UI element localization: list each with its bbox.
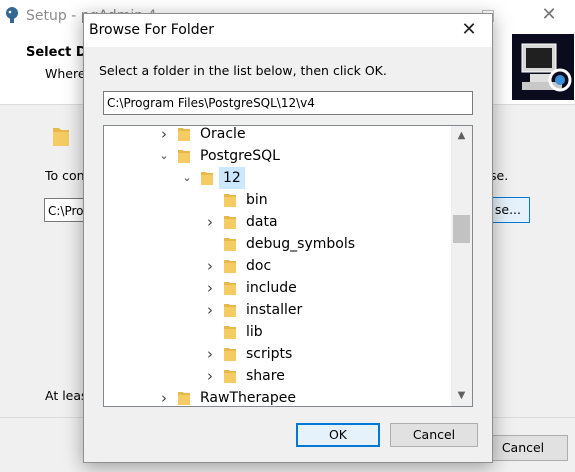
tree-item-label: PostgreSQL [200, 148, 280, 164]
folder-icon [178, 149, 190, 163]
tree-item[interactable]: bin [104, 189, 454, 211]
folder-icon [178, 391, 190, 405]
tree-item-label: scripts [246, 346, 293, 362]
folder-path-field[interactable]: C:\Program Files\PostgreSQL\12\v4 [103, 91, 473, 115]
tree-item-label: bin [246, 192, 268, 208]
folder-icon [178, 127, 190, 141]
tree-item-label: 12 [219, 167, 245, 189]
tree-item-label: doc [246, 258, 272, 274]
tree-item[interactable]: debug_symbols [104, 233, 454, 255]
tree-item[interactable]: lib [104, 321, 454, 343]
destination-description: To con [45, 168, 85, 183]
tree-item[interactable]: › RawTherapee [104, 387, 454, 406]
app-icon [4, 6, 20, 24]
tree-item[interactable]: › doc [104, 255, 454, 277]
folder-icon [224, 259, 236, 273]
dialog-instruction: Select a folder in the list below, then … [99, 63, 387, 78]
tree-item-label: Oracle [200, 126, 246, 142]
tree-item[interactable]: › Oracle [104, 126, 454, 145]
folder-icon [224, 303, 236, 317]
scroll-down-icon[interactable]: ▼ [451, 386, 472, 406]
scrollbar-thumb[interactable] [453, 215, 470, 243]
chevron-right-icon[interactable]: › [204, 365, 216, 387]
tree-item-label: share [246, 368, 285, 384]
wizard-header-subtitle: Where [45, 66, 86, 81]
folder-icon [224, 347, 236, 361]
chevron-right-icon[interactable]: › [204, 255, 216, 277]
chevron-down-icon[interactable]: ⌄ [158, 145, 170, 167]
chevron-right-icon[interactable]: › [204, 211, 216, 233]
tree-item[interactable]: ⌄ PostgreSQL [104, 145, 454, 167]
folder-icon [224, 237, 236, 251]
folder-icon [224, 325, 236, 339]
folder-icon [52, 125, 70, 147]
cancel-button[interactable]: Cancel [390, 423, 478, 447]
folder-icon [201, 171, 213, 185]
chevron-right-icon[interactable]: › [204, 277, 216, 299]
chevron-down-icon[interactable]: ⌄ [181, 167, 193, 189]
dialog-titlebar: Browse For Folder ✕ [84, 14, 492, 47]
chevron-right-icon[interactable]: › [158, 126, 170, 145]
tree-item[interactable]: ⌄ 12 [104, 167, 454, 189]
tree-item[interactable]: › installer [104, 299, 454, 321]
close-icon[interactable]: ✕ [456, 18, 482, 42]
vertical-scrollbar[interactable]: ▲ ▼ [451, 126, 472, 406]
tree-item[interactable]: › include [104, 277, 454, 299]
folder-icon [224, 281, 236, 295]
chevron-right-icon[interactable]: › [204, 343, 216, 365]
tree-item[interactable]: › scripts [104, 343, 454, 365]
tree-item-label: installer [246, 302, 303, 318]
tree-item[interactable]: › data [104, 211, 454, 233]
folder-tree[interactable]: › Oracle ⌄ PostgreSQL ⌄ 12 bin › data debug_symbo… [103, 125, 473, 407]
dialog-title: Browse For Folder [89, 22, 215, 38]
chevron-right-icon[interactable]: › [158, 387, 170, 406]
close-icon[interactable]: ✕ [538, 4, 560, 26]
chevron-right-icon[interactable]: › [204, 299, 216, 321]
ok-button[interactable]: OK [296, 423, 380, 447]
tree-item-label: include [246, 280, 297, 296]
tree-item-label: data [246, 214, 278, 230]
folder-icon [224, 369, 236, 383]
browse-folder-dialog: Browse For Folder ✕ Select a folder in t… [83, 13, 493, 463]
tree-item[interactable]: › share [104, 365, 454, 387]
computer-logo-icon [512, 34, 574, 100]
folder-icon [224, 193, 236, 207]
tree-item-label: RawTherapee [200, 390, 296, 406]
scroll-up-icon[interactable]: ▲ [451, 126, 472, 146]
folder-icon [224, 215, 236, 229]
tree-item-label: lib [246, 324, 263, 340]
tree-item-label: debug_symbols [246, 236, 355, 252]
disk-space-note: At leas [45, 388, 88, 403]
